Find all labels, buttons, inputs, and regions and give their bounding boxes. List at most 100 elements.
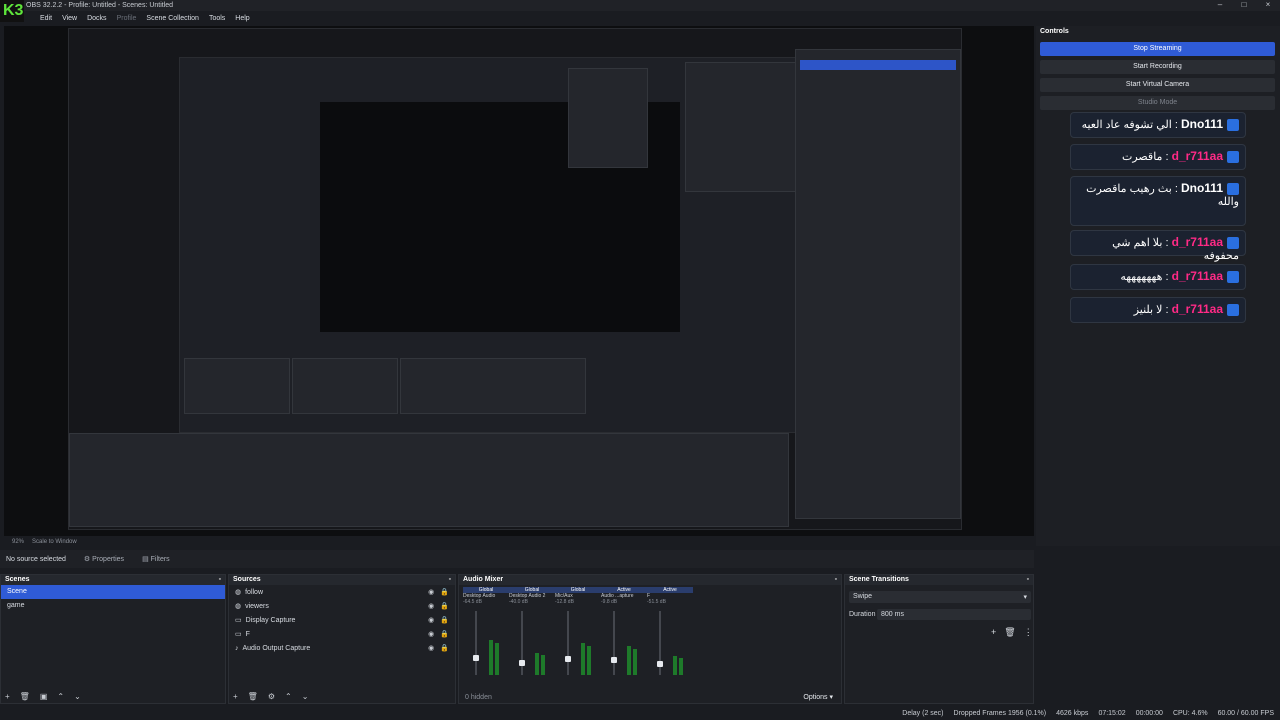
gear-icon[interactable]: ⚙ bbox=[268, 692, 275, 701]
source-label: F bbox=[245, 630, 250, 638]
source-icon: ◍ bbox=[235, 603, 242, 610]
source-item[interactable]: ◍ viewers ◉ 🔒 bbox=[229, 599, 455, 613]
menu-bar: Edit View Docks Profile Scene Collection… bbox=[0, 12, 1040, 24]
menu-help[interactable]: Help bbox=[235, 15, 249, 22]
zoom-level[interactable]: 92% bbox=[12, 539, 24, 545]
properties-button[interactable]: ⚙ Properties bbox=[84, 555, 124, 563]
chat-message: d_r711aa : لا بلنيز bbox=[1070, 297, 1246, 323]
fader-knob[interactable] bbox=[565, 656, 571, 663]
menu-tools[interactable]: Tools bbox=[209, 15, 225, 22]
trash-icon[interactable]: 🗑 bbox=[1004, 627, 1015, 638]
volume-fader[interactable] bbox=[613, 611, 615, 675]
fader-knob[interactable] bbox=[657, 661, 663, 668]
lock-icon[interactable]: 🔒 bbox=[440, 644, 449, 652]
eye-icon[interactable]: ◉ bbox=[428, 588, 434, 596]
add-icon[interactable]: + bbox=[233, 692, 238, 701]
down-icon[interactable]: ⌄ bbox=[74, 692, 81, 701]
close-button[interactable]: × bbox=[1256, 0, 1280, 9]
nested-scenes-dock bbox=[184, 358, 290, 414]
filters-button[interactable]: ▤ Filters bbox=[142, 555, 170, 563]
mirror-stop-streaming bbox=[800, 60, 956, 70]
lock-icon[interactable]: 🔒 bbox=[440, 602, 449, 610]
mirror-bottom-docks bbox=[69, 433, 789, 527]
undock-icon[interactable]: ▫ bbox=[835, 576, 837, 584]
scene-item[interactable]: game bbox=[1, 599, 225, 613]
source-item[interactable]: ▭ F ◉ 🔒 bbox=[229, 627, 455, 641]
source-item[interactable]: ▭ Display Capture ◉ 🔒 bbox=[229, 613, 455, 627]
dropped-frames: Dropped Frames 1956 (0.1%) bbox=[953, 709, 1047, 717]
filter-icon[interactable]: ▣ bbox=[40, 692, 48, 701]
fader-knob[interactable] bbox=[611, 657, 617, 664]
lock-icon[interactable]: 🔒 bbox=[440, 630, 449, 638]
volume-fader[interactable] bbox=[567, 611, 569, 675]
source-label: viewers bbox=[245, 602, 269, 610]
up-icon[interactable]: ⌃ bbox=[57, 692, 64, 701]
menu-scene-collection[interactable]: Scene Collection bbox=[146, 15, 199, 22]
menu-edit[interactable]: Edit bbox=[40, 15, 52, 22]
duration-input[interactable]: 800 ms bbox=[877, 609, 1031, 620]
undock-icon[interactable]: ▫ bbox=[219, 576, 221, 584]
chevron-down-icon: ▾ bbox=[1023, 594, 1027, 601]
start-recording-button[interactable]: Start Recording bbox=[1040, 60, 1275, 74]
lock-icon[interactable]: 🔒 bbox=[440, 616, 449, 624]
chat-message: d_r711aa : بلا اهم شي محفوفه bbox=[1070, 230, 1246, 262]
add-icon[interactable]: + bbox=[991, 627, 996, 638]
eye-icon[interactable]: ◉ bbox=[428, 616, 434, 624]
volume-meter bbox=[673, 655, 677, 675]
duration-label: Duration bbox=[849, 611, 876, 618]
mirror-controls-dock bbox=[795, 49, 961, 519]
add-icon[interactable]: + bbox=[5, 692, 10, 701]
scale-select[interactable]: Scale to Window bbox=[32, 539, 77, 545]
undock-icon[interactable]: ▫ bbox=[449, 576, 451, 584]
options-button[interactable]: Options ▾ bbox=[803, 693, 833, 701]
maximize-button[interactable]: □ bbox=[1232, 0, 1256, 9]
hidden-count[interactable]: 0 hidden bbox=[465, 694, 492, 701]
title-bar: K3 OBS 32.2.2 - Profile: Untitled - Scen… bbox=[0, 0, 1280, 22]
chat-text: الي تشوفه عاد العيه bbox=[1081, 119, 1172, 131]
trash-icon[interactable]: 🗑 bbox=[20, 692, 30, 701]
eye-icon[interactable]: ◉ bbox=[428, 644, 434, 652]
source-icon: ♪ bbox=[235, 644, 239, 652]
eye-icon[interactable]: ◉ bbox=[428, 630, 434, 638]
source-label: Audio Output Capture bbox=[242, 644, 311, 652]
chat-text: هههههههه bbox=[1120, 271, 1163, 283]
mixer-header: Audio Mixer bbox=[463, 576, 504, 583]
stop-streaming-button[interactable]: Stop Streaming bbox=[1040, 42, 1275, 56]
scene-transitions-dock: Scene Transitions ▫ Swipe ▾ Duration 800 m… bbox=[844, 574, 1034, 704]
channel-db: -9.8 dB bbox=[601, 599, 618, 605]
transition-value: Swipe bbox=[853, 593, 873, 600]
lock-icon[interactable]: 🔒 bbox=[440, 588, 449, 596]
source-item[interactable]: ♪ Audio Output Capture ◉ 🔒 bbox=[229, 641, 455, 655]
eye-icon[interactable]: ◉ bbox=[428, 602, 434, 610]
channel-db: -64.5 dB bbox=[463, 599, 482, 605]
nested-obs-preview bbox=[179, 57, 809, 433]
fps: 60.00 / 60.00 FPS bbox=[1217, 709, 1274, 717]
menu-profile[interactable]: Profile bbox=[117, 15, 137, 22]
source-item[interactable]: ◍ follow ◉ 🔒 bbox=[229, 585, 455, 599]
undock-icon[interactable]: ▫ bbox=[1027, 576, 1029, 584]
studio-mode-button[interactable]: Studio Mode bbox=[1040, 96, 1275, 110]
up-icon[interactable]: ⌃ bbox=[285, 692, 292, 701]
mixer-channel: Active F -51.5 dB bbox=[647, 587, 693, 689]
trash-icon[interactable]: 🗑 bbox=[248, 692, 258, 701]
more-icon[interactable]: ⋮ bbox=[1024, 627, 1033, 638]
scene-item[interactable]: Scene bbox=[1, 585, 225, 599]
menu-docks[interactable]: Docks bbox=[87, 15, 106, 22]
fader-knob[interactable] bbox=[519, 660, 525, 667]
channel-db: -51.5 dB bbox=[647, 599, 666, 605]
volume-fader[interactable] bbox=[475, 611, 477, 675]
chat-message: d_r711aa : ماقصرت bbox=[1070, 144, 1246, 170]
menu-view[interactable]: View bbox=[62, 15, 77, 22]
kick-icon bbox=[1227, 271, 1239, 284]
chat-user: Dno111 bbox=[1180, 181, 1223, 195]
fader-knob[interactable] bbox=[473, 654, 479, 661]
volume-meter bbox=[535, 652, 539, 675]
transition-select[interactable]: Swipe ▾ bbox=[849, 591, 1031, 603]
preview-area[interactable] bbox=[4, 26, 1034, 536]
minimize-button[interactable]: – bbox=[1208, 0, 1232, 9]
nested-mixer-dock bbox=[400, 358, 586, 414]
start-virtual-camera-button[interactable]: Start Virtual Camera bbox=[1040, 78, 1275, 92]
down-icon[interactable]: ⌄ bbox=[302, 692, 309, 701]
sources-dock: Sources ▫ ◍ follow ◉ 🔒 ◍ viewers ◉ 🔒 ▭ Display C… bbox=[228, 574, 456, 704]
chat-user: Dno111 bbox=[1180, 117, 1223, 131]
